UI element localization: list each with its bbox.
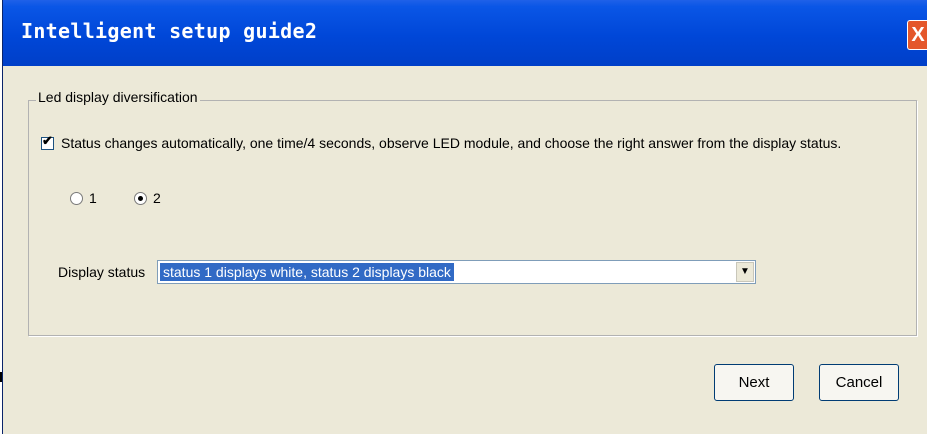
title-bar[interactable]: Intelligent setup guide2 X <box>3 0 927 66</box>
radio-button-selected-icon[interactable] <box>134 191 147 205</box>
close-button[interactable]: X <box>907 20 927 50</box>
display-status-value: status 1 displays white, status 2 displa… <box>160 263 454 281</box>
setup-guide-dialog: Intelligent setup guide2 X Led display d… <box>2 0 927 434</box>
radio-button-icon[interactable] <box>70 191 83 205</box>
dropdown-arrow-icon[interactable]: ▼ <box>736 262 754 282</box>
display-status-dropdown[interactable]: status 1 displays white, status 2 displa… <box>157 260 756 284</box>
window-title: Intelligent setup guide2 <box>21 19 318 43</box>
radio-option-1[interactable]: 1 <box>70 190 97 206</box>
radio-label-2: 2 <box>153 190 161 206</box>
display-status-label: Display status <box>58 264 146 280</box>
radio-label-1: 1 <box>89 190 97 206</box>
next-button[interactable]: Next <box>714 364 794 401</box>
cancel-button[interactable]: Cancel <box>819 364 899 401</box>
auto-status-checkbox-row[interactable]: ✔ Status changes automatically, one time… <box>41 133 842 151</box>
group-legend: Led display diversification <box>36 89 200 105</box>
auto-status-label: Status changes automatically, one time/4… <box>61 135 842 151</box>
auto-status-checkbox[interactable]: ✔ <box>41 133 54 150</box>
checkmark-icon: ✔ <box>42 132 53 148</box>
radio-option-2[interactable]: 2 <box>134 190 161 206</box>
